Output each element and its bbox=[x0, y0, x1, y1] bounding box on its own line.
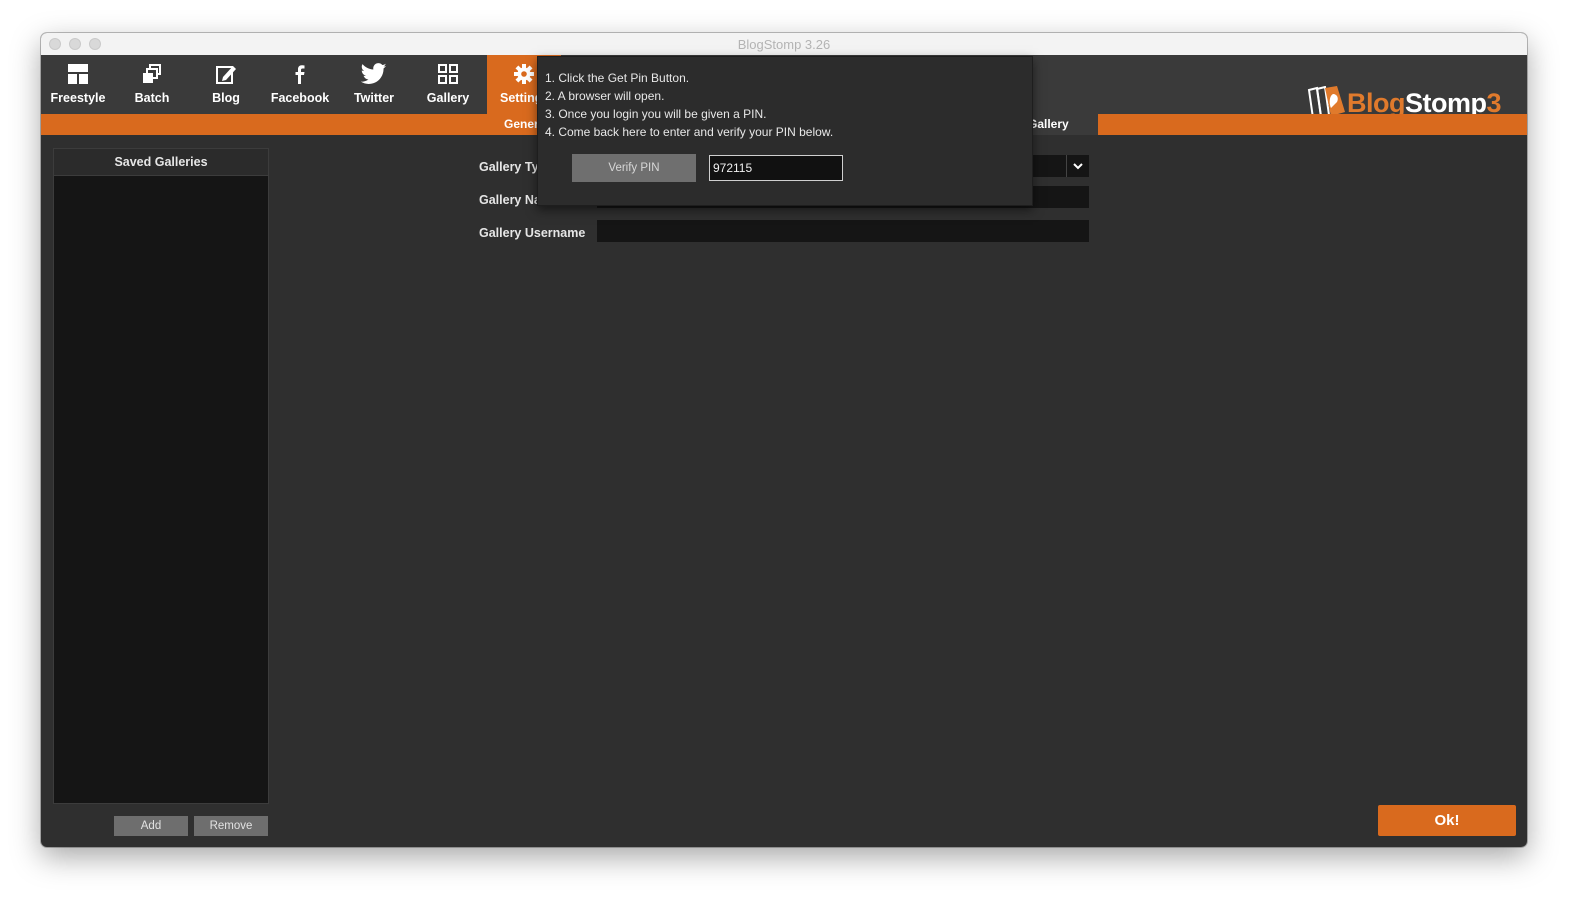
gear-icon bbox=[514, 64, 534, 84]
facebook-icon bbox=[295, 65, 305, 84]
freestyle-icon bbox=[68, 64, 88, 84]
window-title: BlogStomp 3.26 bbox=[737, 37, 831, 52]
saved-galleries-header: Saved Galleries bbox=[54, 149, 268, 176]
tool-label: Blog bbox=[212, 91, 240, 105]
tool-label: Facebook bbox=[270, 91, 330, 105]
tool-twitter[interactable]: Twitter bbox=[337, 55, 411, 114]
batch-icon bbox=[143, 64, 161, 83]
gallery-name-label: Gallery Na bbox=[479, 193, 541, 207]
pin-verification-popup: 1. Click the Get Pin Button. 2. A browse… bbox=[537, 56, 1033, 206]
tool-freestyle[interactable]: Freestyle bbox=[41, 55, 115, 114]
verify-pin-button[interactable]: Verify PIN bbox=[572, 154, 696, 182]
gallery-username-label: Gallery Username bbox=[479, 226, 586, 240]
saved-galleries-list[interactable] bbox=[54, 176, 268, 803]
instruction-step-3: 3. Once you login you will be given a PI… bbox=[545, 107, 767, 121]
chevron-down-icon[interactable] bbox=[1066, 155, 1089, 177]
title-bar[interactable]: BlogStomp 3.26 bbox=[41, 33, 1527, 56]
tool-batch[interactable]: Batch bbox=[115, 55, 189, 114]
tool-blog[interactable]: Blog bbox=[189, 55, 263, 114]
gallery-grid-icon bbox=[438, 64, 458, 84]
tool-label: Gallery bbox=[426, 91, 470, 105]
instruction-step-1: 1. Click the Get Pin Button. bbox=[545, 71, 690, 85]
tool-label: Freestyle bbox=[50, 91, 106, 105]
blog-edit-icon bbox=[216, 66, 236, 84]
pin-input[interactable] bbox=[709, 155, 843, 181]
remove-gallery-button[interactable]: Remove bbox=[194, 816, 268, 836]
tool-label: Batch bbox=[134, 91, 170, 105]
instruction-step-2: 2. A browser will open. bbox=[545, 89, 665, 103]
tool-facebook[interactable]: Facebook bbox=[263, 55, 337, 114]
tool-label: Twitter bbox=[353, 91, 395, 105]
gallery-username-field[interactable] bbox=[597, 220, 1089, 242]
instruction-step-4: 4. Come back here to enter and verify yo… bbox=[545, 125, 834, 139]
add-gallery-button[interactable]: Add bbox=[114, 816, 188, 836]
app-window: BlogStomp 3.26 Freestyle Batch Blog Face… bbox=[41, 33, 1527, 847]
ok-button[interactable]: Ok! bbox=[1378, 805, 1516, 836]
saved-galleries-panel: Saved Galleries bbox=[53, 148, 269, 804]
tool-gallery[interactable]: Gallery bbox=[411, 55, 485, 114]
twitter-icon bbox=[361, 63, 387, 84]
